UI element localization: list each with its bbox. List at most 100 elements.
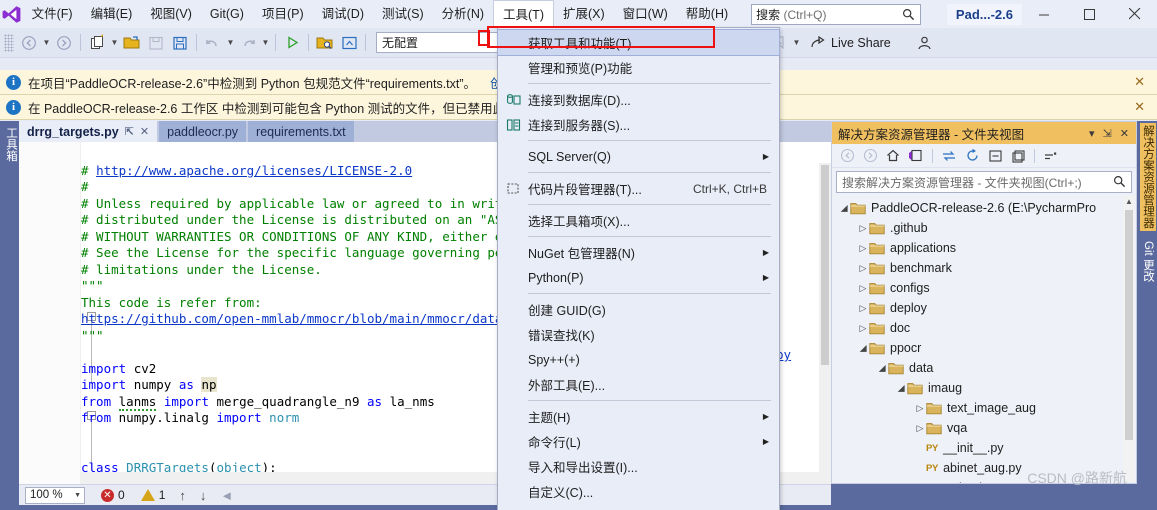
- tab-drrg-targets-py[interactable]: drrg_targets.py ⇱ ✕: [19, 121, 158, 142]
- minimize-button[interactable]: [1022, 0, 1067, 28]
- chevron-right-icon[interactable]: ▷: [857, 263, 869, 274]
- close-button[interactable]: [1112, 0, 1157, 28]
- tree-item-file[interactable]: PY __init__.py: [832, 438, 1136, 458]
- menu-item-14[interactable]: 命令行(L) ▶: [498, 429, 779, 454]
- home-window-icon[interactable]: [337, 31, 361, 55]
- menu-view[interactable]: 视图(V): [141, 0, 201, 28]
- chevron-right-icon[interactable]: ▷: [914, 403, 926, 414]
- tree-item-folder[interactable]: ▷ configs: [832, 278, 1136, 298]
- navigate-forward-icon[interactable]: [52, 31, 76, 55]
- navigate-back-icon[interactable]: [17, 31, 41, 55]
- toolbox-vertical-tab[interactable]: 工具箱: [0, 121, 19, 484]
- next-issue-button[interactable]: ↓: [200, 488, 207, 503]
- vertical-tab-solution-explorer[interactable]: 解决方案资源管理器: [1140, 123, 1156, 231]
- menu-tools[interactable]: 工具(T): [493, 0, 554, 28]
- tree-vertical-scrollbar[interactable]: ▲: [1123, 196, 1135, 482]
- save-icon[interactable]: [144, 31, 168, 55]
- menu-item-0[interactable]: 获取工具和功能(T)...: [497, 29, 780, 56]
- menu-item-5[interactable]: 代码片段管理器(T)... Ctrl+K, Ctrl+B: [498, 176, 779, 201]
- undo-icon[interactable]: [201, 31, 225, 55]
- previous-issue-button[interactable]: ↑: [179, 488, 186, 503]
- menu-item-16[interactable]: 自定义(C)...: [498, 479, 779, 504]
- menu-item-13[interactable]: 主题(H) ▶: [498, 404, 779, 429]
- zoom-level-combo[interactable]: 100 % ▼: [25, 486, 85, 504]
- open-folder-icon[interactable]: [120, 31, 144, 55]
- chevron-right-icon[interactable]: ▷: [857, 243, 869, 254]
- error-count-item[interactable]: ✕ 0: [101, 488, 125, 502]
- tree-item-folder[interactable]: ▷ doc: [832, 318, 1136, 338]
- tree-item-folder[interactable]: ▷ benchmark: [832, 258, 1136, 278]
- back-icon[interactable]: [837, 146, 857, 166]
- tree-item-folder[interactable]: ◢ imaug: [832, 378, 1136, 398]
- menu-item-6[interactable]: 选择工具箱项(X)...: [498, 208, 779, 233]
- tree-item-folder[interactable]: ◢ data: [832, 358, 1136, 378]
- switch-view-icon[interactable]: [906, 146, 926, 166]
- navigate-back-dropdown-icon[interactable]: ▼: [41, 31, 52, 55]
- chevron-right-icon[interactable]: ▷: [914, 423, 926, 434]
- tree-item-folder[interactable]: ▷ text_image_aug: [832, 398, 1136, 418]
- redo-dropdown-icon[interactable]: ▼: [260, 31, 271, 55]
- new-project-dropdown-icon[interactable]: ▼: [109, 31, 120, 55]
- menu-git[interactable]: Git(G): [201, 0, 253, 28]
- warning-count-item[interactable]: 1: [140, 488, 165, 502]
- menu-extensions[interactable]: 扩展(X): [554, 0, 614, 28]
- editor-vertical-scrollbar-thumb[interactable]: [821, 165, 829, 365]
- menu-item-3[interactable]: 连接到服务器(S)...: [498, 112, 779, 137]
- menu-item-8[interactable]: Python(P) ▶: [498, 265, 779, 290]
- chevron-down-icon[interactable]: ◢: [839, 202, 850, 214]
- chevron-down-icon[interactable]: ◢: [877, 362, 888, 374]
- chevron-right-icon[interactable]: ▷: [857, 303, 869, 314]
- menu-help[interactable]: 帮助(H): [677, 0, 737, 28]
- global-search-input[interactable]: 搜索 (Ctrl+Q): [751, 3, 921, 25]
- menu-project[interactable]: 项目(P): [253, 0, 313, 28]
- toolbar-overflow-icon[interactable]: ▼: [791, 31, 802, 55]
- undo-dropdown-icon[interactable]: ▼: [225, 31, 236, 55]
- sync-with-active-document-icon[interactable]: [939, 146, 959, 166]
- panel-pin-icon[interactable]: ⇲: [1103, 127, 1112, 140]
- infobar-tests-close[interactable]: ✕: [1134, 99, 1145, 115]
- chevron-down-icon[interactable]: ◢: [858, 342, 869, 354]
- save-all-icon[interactable]: [168, 31, 192, 55]
- properties-icon[interactable]: [1041, 146, 1061, 166]
- menu-item-1[interactable]: 管理和预览(P)功能: [498, 55, 779, 80]
- menu-item-15[interactable]: 导入和导出设置(I)...: [498, 454, 779, 479]
- tree-item-folder[interactable]: ◢ PaddleOCR-release-2.6 (E:\PycharmPro: [832, 198, 1136, 218]
- tree-item-folder[interactable]: ◢ ppocr: [832, 338, 1136, 358]
- tree-vertical-scrollbar-thumb[interactable]: [1125, 210, 1133, 440]
- search-folder-icon[interactable]: [313, 31, 337, 55]
- account-icon[interactable]: [913, 31, 937, 55]
- collapse-all-icon[interactable]: [985, 146, 1005, 166]
- home-icon[interactable]: [883, 146, 903, 166]
- solution-explorer-tree[interactable]: ◢ PaddleOCR-release-2.6 (E:\PycharmPro ▷ .g…: [832, 196, 1136, 483]
- menu-item-9[interactable]: 创建 GUID(G): [498, 297, 779, 322]
- tree-item-folder[interactable]: ▷ applications: [832, 238, 1136, 258]
- scroll-left-button[interactable]: ◄: [220, 488, 233, 503]
- menu-analyze[interactable]: 分析(N): [433, 0, 493, 28]
- new-project-icon[interactable]: [85, 31, 109, 55]
- menu-debug[interactable]: 调试(D): [313, 0, 373, 28]
- close-icon[interactable]: ✕: [140, 125, 149, 138]
- editor-vertical-scrollbar[interactable]: [819, 163, 831, 484]
- github-url-link[interactable]: https://github.com/open-mmlab/mmocr/blob…: [81, 311, 533, 326]
- menu-item-11[interactable]: Spy++(+): [498, 347, 779, 372]
- panel-close-icon[interactable]: ✕: [1120, 127, 1129, 140]
- panel-dropdown-icon[interactable]: ▾: [1089, 127, 1095, 140]
- menu-edit[interactable]: 编辑(E): [82, 0, 142, 28]
- license-url-link[interactable]: http://www.apache.org/licenses/LICENSE-2…: [96, 163, 412, 178]
- menu-item-12[interactable]: 外部工具(E)...: [498, 372, 779, 397]
- tab-paddleocr-py[interactable]: paddleocr.py: [159, 121, 247, 142]
- menu-test[interactable]: 测试(S): [373, 0, 433, 28]
- start-debug-icon[interactable]: [280, 31, 304, 55]
- menu-file[interactable]: 文件(F): [23, 0, 82, 28]
- chevron-right-icon[interactable]: ▷: [857, 223, 869, 234]
- menu-window[interactable]: 窗口(W): [614, 0, 677, 28]
- menu-item-10[interactable]: 错误查找(K): [498, 322, 779, 347]
- chevron-right-icon[interactable]: ▷: [857, 323, 869, 334]
- menu-item-17[interactable]: 选项(O)...: [498, 504, 779, 510]
- chevron-down-icon[interactable]: ◢: [896, 382, 907, 394]
- forward-icon[interactable]: [860, 146, 880, 166]
- pin-icon[interactable]: ⇱: [125, 125, 134, 138]
- scroll-up-arrow-icon[interactable]: ▲: [1124, 197, 1134, 209]
- refresh-icon[interactable]: [962, 146, 982, 166]
- tree-item-folder[interactable]: ▷ .github: [832, 218, 1136, 238]
